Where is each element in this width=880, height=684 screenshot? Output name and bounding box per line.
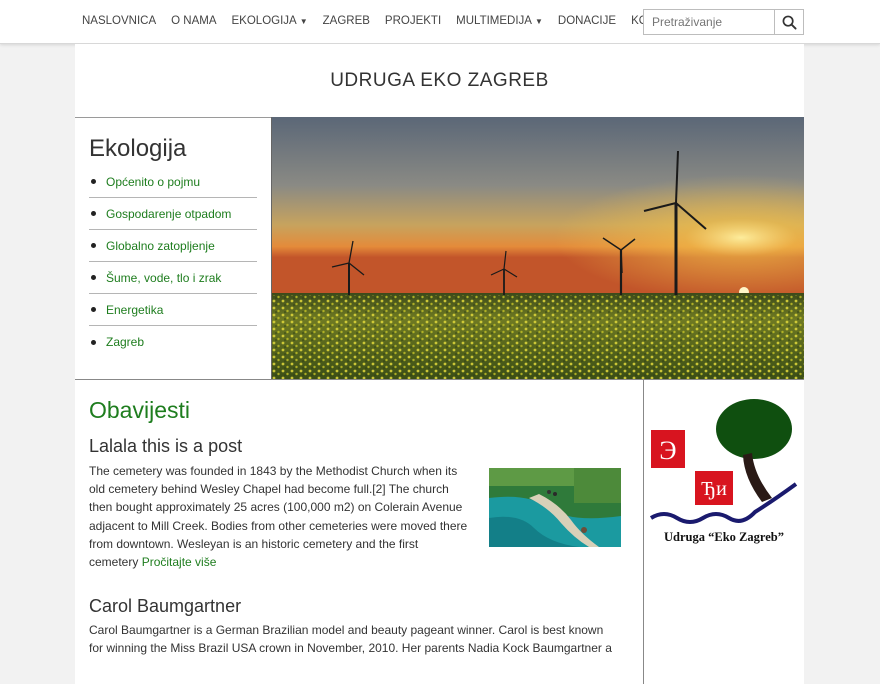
news-heading: Obavijesti — [89, 397, 190, 423]
right-sidebar: Э Ђи Udruga “Eko Zagreb” — [643, 380, 804, 684]
post-excerpt: The cemetery was founded in 1843 by the … — [89, 464, 468, 570]
bullet-icon — [91, 339, 96, 345]
sidebar-item: Općenito o pojmu — [89, 166, 257, 198]
sidebar-item: Šume, vode, tlo i zrak — [89, 262, 257, 294]
post-title[interactable]: Carol Baumgartner — [89, 596, 241, 617]
bullet-icon — [91, 243, 96, 248]
sidebar-heading: Ekologija — [89, 135, 187, 162]
site-title: UDRUGA EKO ZAGREB — [330, 70, 549, 91]
nav-item-zagreb[interactable]: ZAGREB — [323, 15, 370, 27]
nav-item-naslovnica[interactable]: NASLOVNICA — [82, 15, 156, 27]
sidebar-list: Općenito o pojmu Gospodarenje otpadom Gl… — [89, 166, 257, 358]
sidebar-item: Energetika — [89, 294, 257, 326]
nav-item-o-nama[interactable]: O NAMA — [171, 15, 216, 27]
nav-item-ekologija[interactable]: EKOLOGIJA ▼ — [232, 15, 308, 27]
sidebar-item: Gospodarenje otpadom — [89, 198, 257, 230]
post-excerpt: Carol Baumgartner is a German Brazilian … — [89, 623, 612, 656]
page-container: UDRUGA EKO ZAGREB Ekologija Općenito o p… — [75, 44, 804, 684]
post-title[interactable]: Lalala this is a post — [89, 436, 242, 457]
news-section: Obavijesti Lalala this is a post The cem… — [75, 380, 643, 684]
logo-letter: Ђи — [701, 478, 727, 500]
logo-caption: Udruga “Eko Zagreb” — [664, 530, 784, 544]
bullet-icon — [91, 275, 96, 280]
bullet-icon — [91, 179, 96, 184]
search-input[interactable] — [644, 10, 775, 34]
sidebar-link-opcenito[interactable]: Općenito o pojmu — [106, 175, 200, 189]
wind-turbines-image — [272, 117, 804, 380]
hero-image — [271, 117, 804, 380]
nav-item-multimedija[interactable]: MULTIMEDIJA ▼ — [456, 15, 543, 27]
post-thumbnail[interactable] — [489, 468, 621, 547]
sidebar-link-zagreb[interactable]: Zagreb — [106, 335, 144, 349]
nav-item-donacije[interactable]: DONACIJE — [558, 15, 616, 27]
search-box — [643, 9, 804, 35]
sidebar-link-sume[interactable]: Šume, vode, tlo i zrak — [106, 271, 221, 285]
sidebar-link-otpad[interactable]: Gospodarenje otpadom — [106, 207, 231, 221]
eko-zagreb-logo: Э Ђи Udruga “Eko Zagreb” — [649, 399, 798, 544]
sidebar-menu: Ekologija Općenito o pojmu Gospodarenje … — [75, 118, 271, 380]
sidebar-item: Globalno zatopljenje — [89, 230, 257, 262]
sidebar-link-energetika[interactable]: Energetika — [106, 303, 163, 317]
sidebar-item: Zagreb — [89, 326, 257, 358]
sidebar-link-zatopljenje[interactable]: Globalno zatopljenje — [106, 239, 215, 253]
search-button[interactable] — [774, 10, 803, 34]
bullet-icon — [91, 211, 96, 216]
logo-letter: Э — [659, 436, 676, 465]
top-navigation-bar: NASLOVNICA O NAMA EKOLOGIJA ▼ ZAGREB PROJ… — [0, 0, 880, 44]
chevron-down-icon: ▼ — [299, 16, 308, 26]
nav-item-projekti[interactable]: PROJEKTI — [385, 15, 441, 27]
bullet-icon — [91, 307, 96, 312]
read-more-link[interactable]: Pročitajte više — [142, 555, 217, 569]
lake-boardwalk-image — [489, 468, 621, 547]
chevron-down-icon: ▼ — [534, 16, 543, 26]
main-menu: NASLOVNICA O NAMA EKOLOGIJA ▼ ZAGREB PROJ… — [82, 15, 700, 27]
search-icon — [782, 15, 797, 30]
